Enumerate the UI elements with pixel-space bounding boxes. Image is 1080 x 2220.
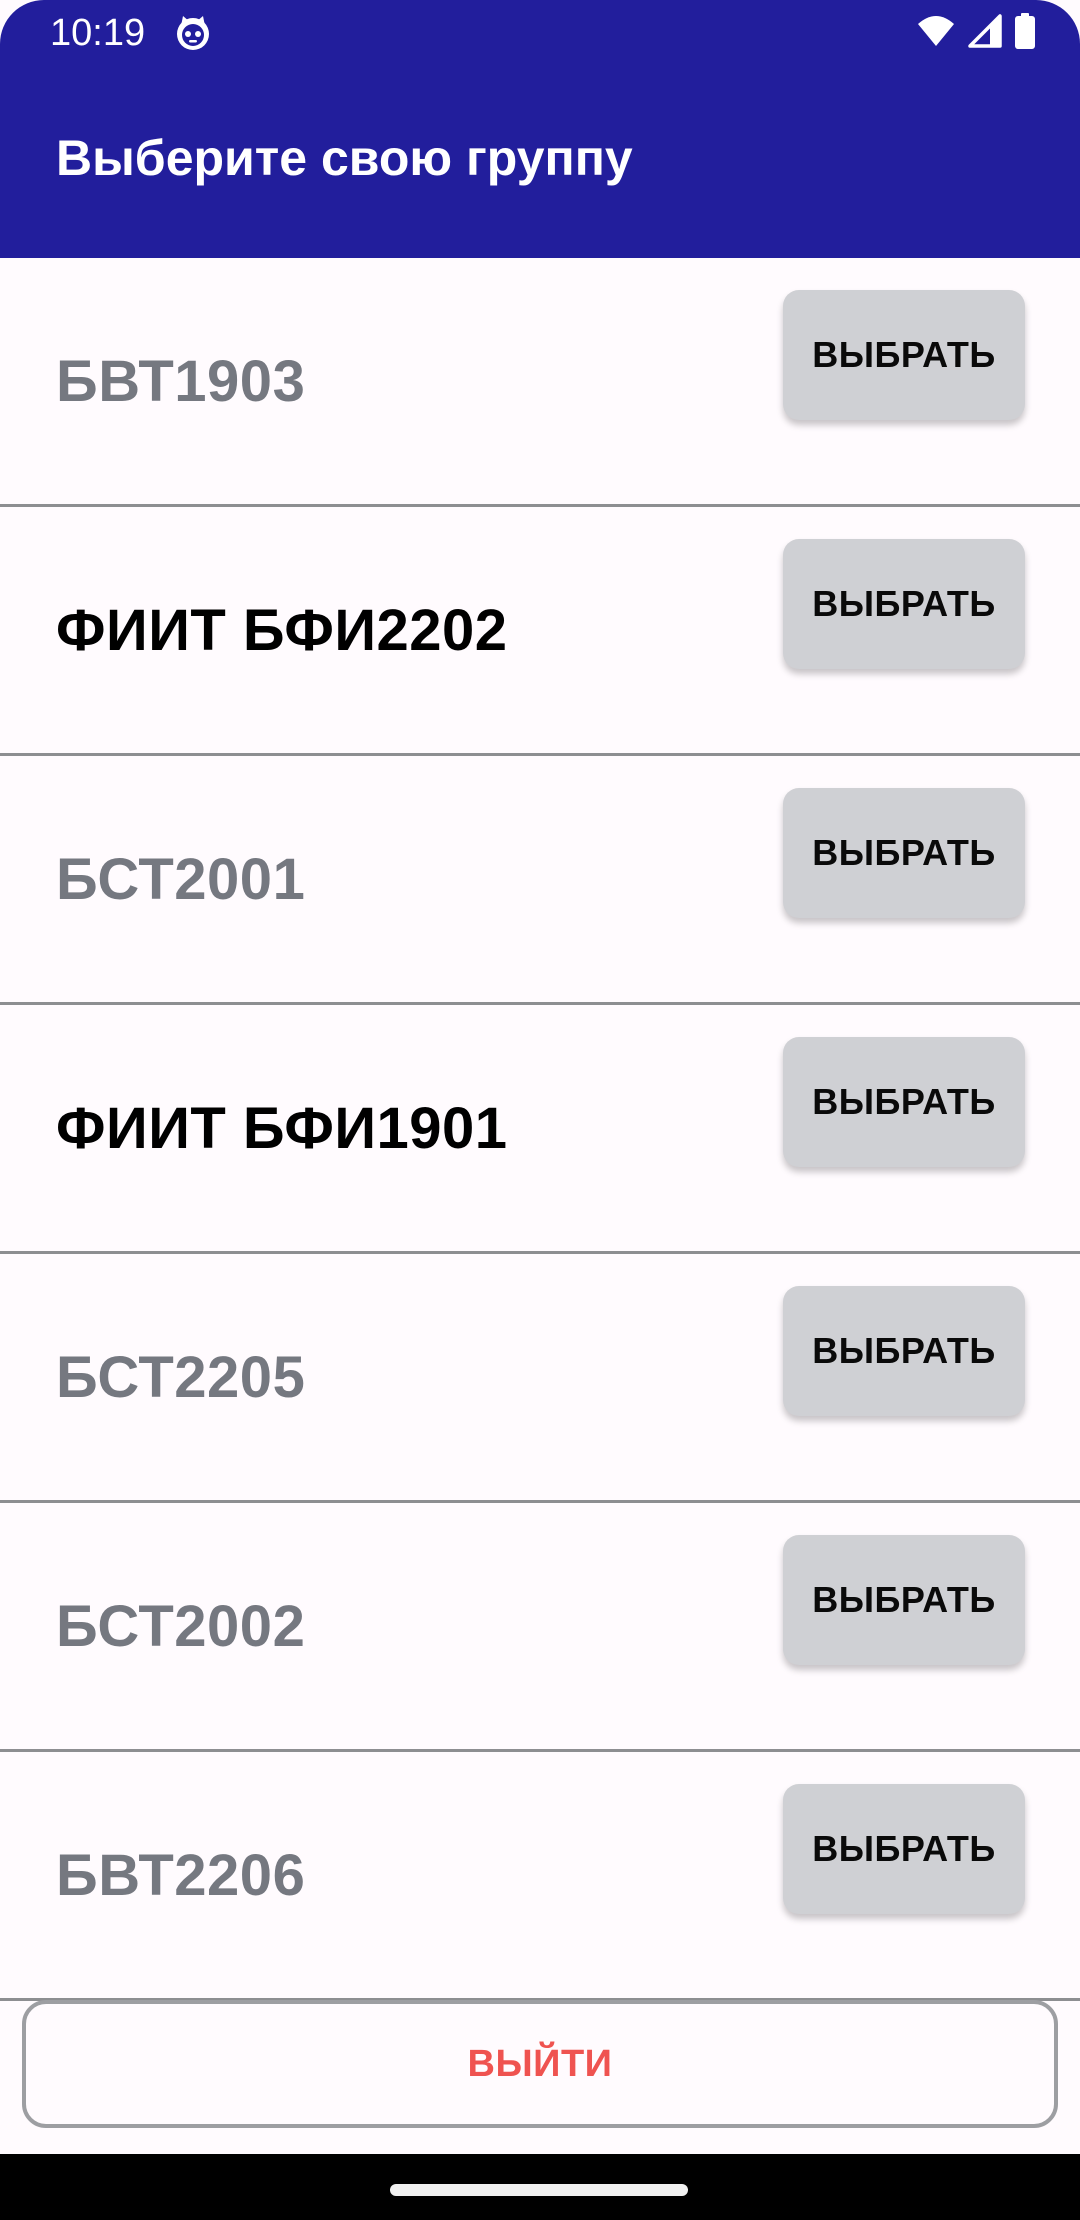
cat-face-icon	[174, 14, 212, 52]
logout-button[interactable]: ВЫЙТИ	[22, 2000, 1058, 2128]
list-item: БСТ2205 ВЫБРАТЬ	[0, 1254, 1080, 1503]
group-name: ФИИТ БФИ1901	[56, 1095, 508, 1161]
select-group-button[interactable]: ВЫБРАТЬ	[783, 539, 1025, 669]
list-item: БВТ2206 ВЫБРАТЬ	[0, 1752, 1080, 2001]
app-header: 10:19 Выберите свою группу	[0, 0, 1080, 258]
group-name: БВТ2206	[56, 1842, 306, 1908]
wifi-icon	[916, 14, 956, 53]
status-bar: 10:19	[0, 0, 1080, 66]
system-nav-bar	[0, 2154, 1080, 2220]
select-group-button[interactable]: ВЫБРАТЬ	[783, 1286, 1025, 1416]
select-group-button[interactable]: ВЫБРАТЬ	[783, 1784, 1025, 1914]
screen: 10:19 Выберите свою группу БВТ1903 ВЫБРА…	[0, 0, 1080, 2220]
page-title: Выберите свою группу	[56, 130, 633, 186]
group-name: БСТ2002	[56, 1593, 306, 1659]
cellular-signal-icon	[968, 13, 1002, 53]
select-group-button[interactable]: ВЫБРАТЬ	[783, 290, 1025, 420]
list-item: ФИИТ БФИ2202 ВЫБРАТЬ	[0, 507, 1080, 756]
group-name: БСТ2001	[56, 846, 306, 912]
select-group-button[interactable]: ВЫБРАТЬ	[783, 788, 1025, 918]
group-name: ФИИТ БФИ2202	[56, 597, 508, 663]
select-group-button[interactable]: ВЫБРАТЬ	[783, 1037, 1025, 1167]
list-item: БВТ1903 ВЫБРАТЬ	[0, 258, 1080, 507]
group-name: БСТ2205	[56, 1344, 306, 1410]
list-item: ФИИТ БФИ1901 ВЫБРАТЬ	[0, 1005, 1080, 1254]
group-list: БВТ1903 ВЫБРАТЬ ФИИТ БФИ2202 ВЫБРАТЬ БСТ2001…	[0, 258, 1080, 2001]
home-gesture-handle[interactable]	[390, 2184, 688, 2196]
group-name: БВТ1903	[56, 348, 306, 414]
list-item: БСТ2002 ВЫБРАТЬ	[0, 1503, 1080, 1752]
battery-icon	[1014, 12, 1036, 54]
select-group-button[interactable]: ВЫБРАТЬ	[783, 1535, 1025, 1665]
status-icons	[916, 12, 1036, 54]
status-time: 10:19	[50, 12, 146, 54]
list-item: БСТ2001 ВЫБРАТЬ	[0, 756, 1080, 1005]
